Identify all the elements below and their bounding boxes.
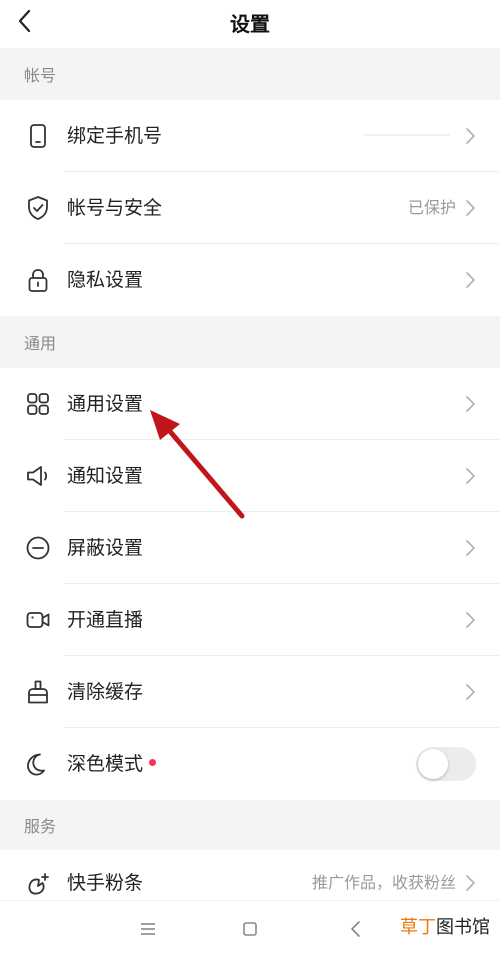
row-notification-settings[interactable]: 通知设置 <box>0 440 500 512</box>
rocket-icon <box>24 870 52 898</box>
section-title: 帐号 <box>24 66 57 85</box>
watermark-part-2: 图书馆 <box>436 917 490 938</box>
section-account: 帐号 <box>0 48 500 100</box>
moon-icon <box>24 750 52 778</box>
grid-icon <box>24 390 52 418</box>
section-title: 服务 <box>24 817 57 836</box>
chevron-right-icon <box>460 126 480 146</box>
row-label: 屏蔽设置 <box>67 537 144 559</box>
row-label-wrap: 深色模式 <box>67 728 157 800</box>
row-label: 通知设置 <box>67 465 144 487</box>
toggle-knob <box>418 749 448 779</box>
chevron-right-icon <box>460 466 480 486</box>
page-title: 设置 <box>230 12 270 36</box>
header-bar: 设置 <box>0 0 500 48</box>
back-triangle-icon[interactable] <box>344 917 368 941</box>
row-bind-phone[interactable]: 绑定手机号 <box>0 100 500 172</box>
row-general-settings[interactable]: 通用设置 <box>0 368 500 440</box>
row-label: 清除缓存 <box>67 681 144 703</box>
chevron-right-icon <box>460 682 480 702</box>
dark-mode-toggle[interactable] <box>416 747 476 781</box>
watermark-part-1: 草丁 <box>400 917 436 938</box>
chevron-right-icon <box>460 873 480 893</box>
row-dark-mode[interactable]: 深色模式 <box>0 728 500 800</box>
row-clear-cache[interactable]: 清除缓存 <box>0 656 500 728</box>
row-privacy[interactable]: 隐私设置 <box>0 244 500 316</box>
chevron-right-icon <box>460 610 480 630</box>
row-label: 开通直播 <box>67 609 144 631</box>
lock-icon <box>24 266 52 294</box>
minus-circle-icon <box>24 534 52 562</box>
row-block-settings[interactable]: 屏蔽设置 <box>0 512 500 584</box>
row-value: 已保护 <box>407 198 456 217</box>
row-label: 隐私设置 <box>67 269 144 291</box>
chevron-right-icon <box>460 394 480 414</box>
video-camera-icon <box>24 606 52 634</box>
row-label: 帐号与安全 <box>67 197 163 219</box>
chevron-right-icon <box>460 538 480 558</box>
row-label: 深色模式 <box>67 753 144 775</box>
masked-value <box>364 134 450 136</box>
row-open-live[interactable]: 开通直播 <box>0 584 500 656</box>
square-icon[interactable] <box>238 917 262 941</box>
shield-check-icon <box>24 194 52 222</box>
section-services: 服务 <box>0 800 500 850</box>
row-label: 绑定手机号 <box>67 125 163 147</box>
new-dot-badge <box>149 759 157 766</box>
speaker-icon <box>24 462 52 490</box>
brush-icon <box>24 678 52 706</box>
chevron-right-icon <box>460 270 480 290</box>
section-general: 通用 <box>0 316 500 368</box>
row-account-security[interactable]: 帐号与安全 已保护 <box>0 172 500 244</box>
system-nav-bar: 草丁图书馆 <box>0 900 500 957</box>
row-label: 通用设置 <box>67 393 144 415</box>
watermark: 草丁图书馆 <box>400 913 490 943</box>
section-title: 通用 <box>24 334 57 353</box>
phone-icon <box>24 122 52 150</box>
chevron-right-icon <box>460 198 480 218</box>
menu-icon[interactable] <box>136 917 160 941</box>
